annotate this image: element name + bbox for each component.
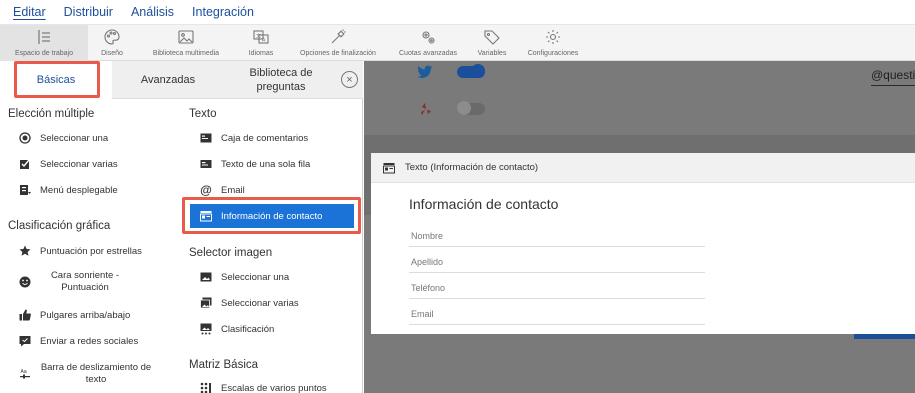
close-panel-button[interactable]: × [341, 71, 358, 88]
tab-avanzadas[interactable]: Avanzadas [112, 61, 224, 99]
item-imagen-clasificacion[interactable]: Clasificación [199, 322, 274, 336]
dialog-header: Texto (Información de contacto) [371, 153, 915, 183]
checkbox-icon [18, 157, 32, 171]
menu-analisis[interactable]: Análisis [131, 5, 174, 19]
radio-icon [18, 131, 32, 145]
item-cara-sonriente[interactable]: Cara sonriente - Puntuación [18, 270, 130, 294]
contact-info-dialog: Texto (Información de contacto) Informac… [371, 153, 915, 334]
menu-editar[interactable]: Editar [13, 5, 46, 19]
images-icon [199, 296, 213, 310]
section-eleccion-multiple: Elección múltiple [8, 108, 95, 120]
cogs-icon [422, 31, 435, 44]
comment-icon [18, 334, 32, 348]
social-handle-value: @questionpro [871, 68, 915, 82]
twitter-row [417, 64, 485, 79]
palette-icon [104, 29, 120, 45]
item-seleccionar-varias[interactable]: Seleccionar varias [18, 157, 118, 171]
toolbar-advanced-quotas[interactable]: Cuotas avanzadas [390, 25, 466, 61]
section-clasificacion-grafica: Clasificación gráfica [8, 220, 111, 232]
field-email[interactable]: Email [409, 301, 705, 325]
toolbar-media-library[interactable]: Biblioteca multimedia [136, 25, 236, 61]
toolbar-languages[interactable]: 文A Idiomas [236, 25, 286, 61]
item-seleccionar-una[interactable]: Seleccionar una [18, 131, 108, 145]
toolbar-design[interactable]: Diseño [88, 25, 136, 61]
thumbs-up-icon [18, 308, 32, 322]
matrix-icon [199, 381, 213, 393]
yelp-icon [421, 103, 431, 115]
at-sign-icon: @ [200, 183, 212, 197]
twitter-toggle[interactable] [457, 64, 485, 78]
magic-wand-icon [331, 29, 346, 44]
field-apellido[interactable]: Apellido [409, 249, 705, 273]
image-icon [178, 30, 194, 44]
text-slider-icon: Aa [18, 367, 32, 381]
svg-text:Aa: Aa [21, 369, 27, 375]
menu-integracion[interactable]: Integración [192, 5, 254, 19]
image-rank-icon [199, 322, 213, 336]
tab-biblioteca[interactable]: Biblioteca de preguntas [236, 61, 326, 99]
item-imagen-seleccionar-una[interactable]: Seleccionar una [199, 270, 289, 284]
gear-icon [546, 30, 560, 44]
item-menu-desplegable[interactable]: Menú desplegable [18, 183, 118, 197]
tag-icon [484, 30, 500, 45]
social-handle-underline [871, 85, 915, 86]
image-select-icon [199, 270, 213, 284]
dialog-header-label: Texto (Información de contacto) [405, 162, 539, 173]
smiley-icon [18, 275, 32, 289]
contact-card-icon [383, 162, 395, 173]
close-icon: × [346, 73, 353, 86]
toolbar-completion-options[interactable]: Opciones de finalización [286, 25, 390, 61]
item-email[interactable]: @ Email [199, 183, 245, 197]
item-escalas-varios-puntos[interactable]: Escalas de varios puntos [199, 381, 327, 393]
field-telefono[interactable]: Teléfono [409, 275, 705, 299]
twitter-icon [417, 65, 433, 78]
star-icon [18, 244, 32, 258]
toolbar: Espacio de trabajo Diseño Biblioteca mul… [0, 24, 915, 61]
language-icon: 文A [253, 30, 269, 44]
dialog-title: Información de contacto [409, 196, 559, 212]
item-puntuacion-estrellas[interactable]: Puntuación por estrellas [18, 244, 142, 258]
comment-box-icon [199, 131, 213, 145]
workspace-icon [38, 30, 50, 44]
section-matriz-basica: Matriz Básica [189, 359, 259, 371]
toolbar-settings[interactable]: Configuraciones [518, 25, 588, 61]
section-texto: Texto [189, 108, 217, 120]
item-barra-deslizamiento[interactable]: Aa Barra de deslizamiento de texto [18, 362, 152, 386]
yelp-row [420, 101, 485, 116]
section-selector-imagen: Selector imagen [189, 247, 273, 259]
item-redes-sociales[interactable]: Enviar a redes sociales [18, 334, 138, 348]
item-caja-comentarios[interactable]: Caja de comentarios [199, 131, 308, 145]
menu-distribuir[interactable]: Distribuir [64, 5, 113, 19]
field-nombre[interactable]: Nombre [409, 223, 705, 247]
toolbar-variables[interactable]: Variables [466, 25, 518, 61]
yelp-toggle[interactable] [457, 101, 485, 115]
svg-text:文: 文 [256, 33, 261, 40]
item-pulgares[interactable]: Pulgares arriba/abajo [18, 308, 130, 322]
toolbar-workspace[interactable]: Espacio de trabajo [0, 25, 88, 61]
dropdown-icon [18, 183, 32, 197]
top-menu: Editar Distribuir Análisis Integración [0, 0, 915, 24]
item-texto-una-fila[interactable]: Texto de una sola fila [199, 157, 310, 171]
highlight-basicas-tab [14, 61, 100, 98]
item-imagen-seleccionar-varias[interactable]: Seleccionar varias [199, 296, 299, 310]
single-row-icon [199, 157, 213, 171]
question-type-panel: Básicas Avanzadas Biblioteca de pregunta… [0, 61, 363, 393]
highlight-contact-item [182, 197, 361, 234]
